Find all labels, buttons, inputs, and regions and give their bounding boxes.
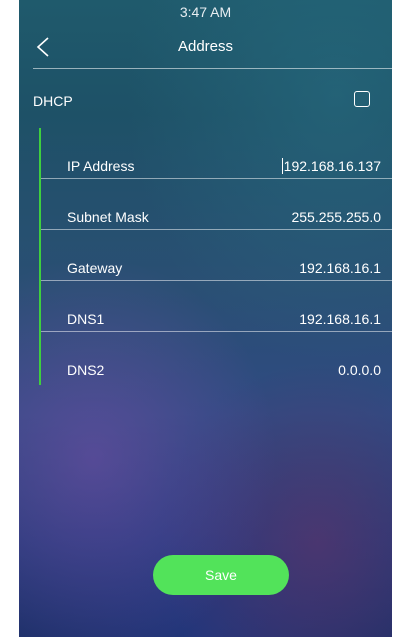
page-title: Address [177,38,234,55]
ip-address-field[interactable]: IP Address 192.168.16.137 [41,128,392,179]
ip-address-text: 192.168.16.137 [283,158,381,174]
dns1-field[interactable]: DNS1 192.168.16.1 [41,281,392,332]
header-divider [33,68,392,69]
address-settings-screen: 3:47 AM Address DHCP IP Address 192.168.… [19,0,392,637]
dns2-label: DNS2 [67,362,105,378]
dns2-value[interactable]: 0.0.0.0 [338,362,381,378]
ip-address-value[interactable]: 192.168.16.137 [281,158,381,174]
text-cursor [281,158,283,174]
dns1-label: DNS1 [67,311,105,327]
dhcp-label: DHCP [33,93,73,109]
subnet-mask-field[interactable]: Subnet Mask 255.255.255.0 [41,179,392,230]
gateway-value[interactable]: 192.168.16.1 [299,260,381,276]
dns2-field[interactable]: DNS2 0.0.0.0 [41,332,392,383]
dhcp-row[interactable]: DHCP [19,82,392,118]
status-time: 3:47 AM [179,4,232,20]
ip-address-label: IP Address [67,158,135,174]
gateway-field[interactable]: Gateway 192.168.16.1 [41,230,392,281]
ip-settings-panel: IP Address 192.168.16.137 Subnet Mask 25… [39,128,392,385]
save-button[interactable]: Save [153,555,289,595]
status-bar: 3:47 AM [19,0,392,24]
header: Address [19,24,392,68]
gateway-label: Gateway [67,260,123,276]
subnet-mask-value[interactable]: 255.255.255.0 [291,209,381,225]
dhcp-checkbox[interactable] [354,91,370,107]
dns1-value[interactable]: 192.168.16.1 [299,311,381,327]
subnet-mask-label: Subnet Mask [67,209,149,225]
